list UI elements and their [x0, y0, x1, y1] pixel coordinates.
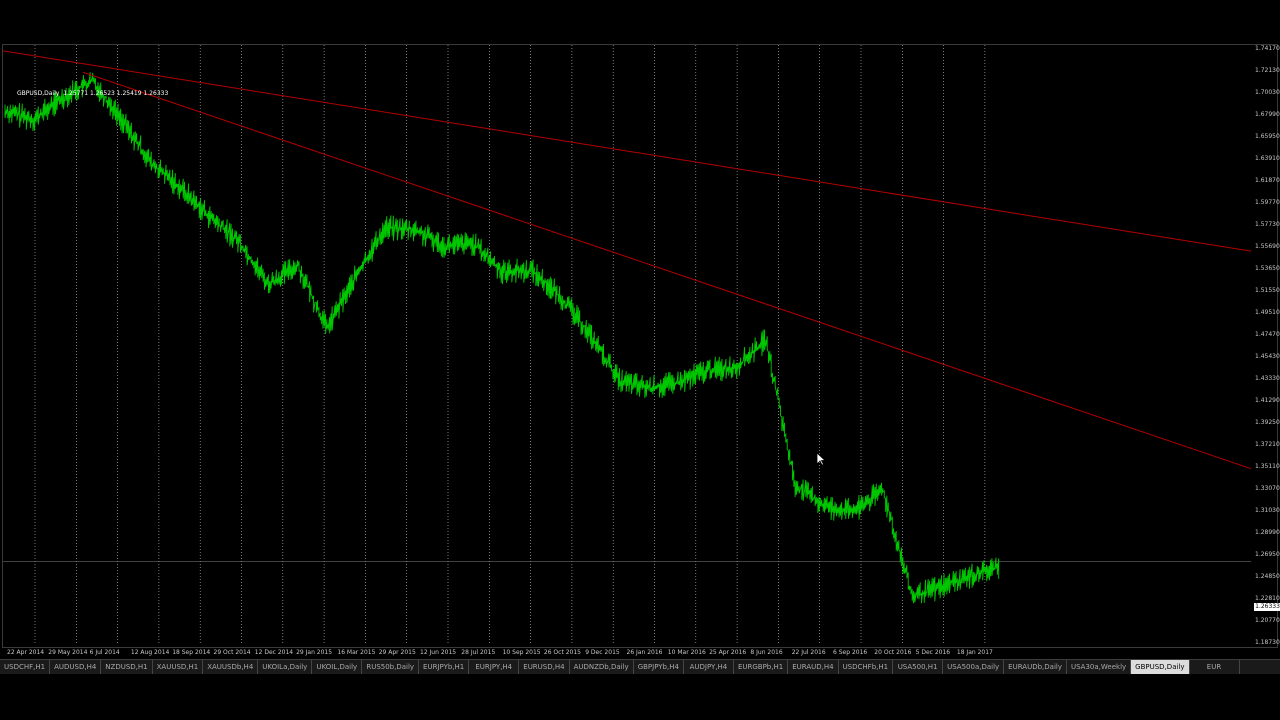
date-axis-label: 29 May 2014 [48, 649, 88, 656]
chart-tab[interactable]: USA30a,Weekly [1067, 660, 1132, 674]
price-axis-label: 1.41290 [1255, 397, 1280, 404]
date-axis-label: 29 Jan 2015 [296, 649, 333, 656]
chart-tab[interactable]: RUS50b,Daily [362, 660, 420, 674]
price-axis-label: 1.33070 [1255, 485, 1280, 492]
price-series-line [4, 72, 1000, 604]
price-axis-label: 1.72130 [1255, 67, 1280, 74]
date-axis-label: 5 Dec 2016 [915, 649, 951, 656]
price-axis-label: 1.20770 [1255, 617, 1280, 624]
price-axis-label: 1.24850 [1255, 573, 1280, 580]
chart-tab[interactable]: NZDUSD,H1 [101, 660, 153, 674]
price-axis-label: 1.59770 [1255, 199, 1280, 206]
date-axis-label: 12 Jun 2015 [420, 649, 457, 656]
chart-tab[interactable]: AUDNZDb,Daily [570, 660, 634, 674]
chart-tab[interactable]: AUDJPY,H4 [684, 660, 734, 674]
chart-tab[interactable]: EURAUDb,Daily [1004, 660, 1067, 674]
chart-tab[interactable]: GBPUSD,Daily [1131, 660, 1190, 674]
chart-symbol: GBPUSD,Daily [17, 90, 60, 97]
chart-tab[interactable]: UKOILa,Daily [258, 660, 313, 674]
price-axis-label: 1.37210 [1255, 441, 1280, 448]
chart-window[interactable]: GBPUSD,Daily 1.25771 1.26523 1.25419 1.26… [2, 44, 1280, 656]
chart-ohlc: 1.25771 1.26523 1.25419 1.26333 [63, 90, 169, 97]
price-axis-label: 1.53650 [1255, 265, 1280, 272]
price-axis-label: 1.55690 [1255, 243, 1280, 250]
date-axis-label: 10 Mar 2016 [667, 649, 706, 656]
chart-tab[interactable]: USA500a,Daily [943, 660, 1005, 674]
price-axis-label: 1.47470 [1255, 331, 1280, 338]
date-axis-label: 22 Jul 2016 [791, 649, 826, 656]
chart-tab[interactable]: GBPJPYb,H4 [634, 660, 684, 674]
chart-header: GBPUSD,Daily 1.25771 1.26523 1.25419 1.26… [17, 90, 168, 97]
date-axis-label: 12 Aug 2014 [130, 649, 170, 656]
date-axis-label: 20 Oct 2016 [874, 649, 912, 656]
date-axis-label: 25 Apr 2016 [709, 649, 747, 656]
chart-tab[interactable]: UKOIL,Daily [312, 660, 363, 674]
date-axis-label: 6 Jul 2014 [89, 649, 120, 656]
price-axis-label: 1.51550 [1255, 287, 1280, 294]
price-axis-label: 1.70030 [1255, 89, 1280, 96]
date-axis-label: 10 Sep 2015 [502, 649, 541, 656]
chart-tab[interactable]: EUR [1190, 660, 1240, 674]
price-axis-label: 1.28990 [1255, 529, 1280, 536]
price-axis-label: 1.26950 [1255, 551, 1280, 558]
chart-tab[interactable]: EURJPY,H4 [469, 660, 520, 674]
date-axis-label: 8 Jun 2016 [750, 649, 783, 656]
date-axis-label: 26 Jan 2016 [626, 649, 663, 656]
date-axis-label: 29 Oct 2014 [213, 649, 251, 656]
date-axis-label: 9 Dec 2015 [585, 649, 620, 656]
date-axis-label: 22 Apr 2014 [7, 649, 45, 656]
chart-tab[interactable]: XAUUSDb,H4 [203, 660, 259, 674]
price-axis-label: 1.49510 [1255, 309, 1280, 316]
date-axis-label: 28 Jul 2015 [461, 649, 496, 656]
chart-tab[interactable]: USDCHF,H1 [0, 660, 51, 674]
price-axis-label: 1.67990 [1255, 111, 1280, 118]
price-axis-label: 1.57730 [1255, 221, 1280, 228]
date-axis-label: 16 Mar 2015 [337, 649, 376, 656]
price-chart[interactable] [3, 45, 1277, 647]
chart-tab-bar: USDCHF,H1 AUDUSD,H4 NZDUSD,H1 XAUUSD,H1 XAUU… [0, 659, 1280, 674]
current-price-tag: 1.26333 [1254, 603, 1280, 611]
chart-tab[interactable]: EURJPYb,H1 [419, 660, 470, 674]
chart-tab[interactable]: EURAUD,H4 [788, 660, 839, 674]
chart-tab[interactable]: EURUSD,H4 [519, 660, 570, 674]
price-axis-label: 1.63910 [1255, 155, 1280, 162]
date-axis-label: 18 Jan 2017 [956, 649, 993, 656]
date-axis-label: 12 Dec 2014 [254, 649, 294, 656]
date-axis-label: 18 Sep 2014 [172, 649, 211, 656]
price-axis-label: 1.31030 [1255, 507, 1280, 514]
date-axis-label: 26 Oct 2015 [543, 649, 581, 656]
mouse-cursor-icon [816, 452, 826, 466]
price-axis-label: 1.43330 [1255, 375, 1280, 382]
price-axis-label: 1.74170 [1255, 45, 1280, 52]
date-axis-label: 29 Apr 2015 [378, 649, 416, 656]
price-axis-label: 1.45430 [1255, 353, 1280, 360]
chart-tab[interactable]: XAUUSD,H1 [153, 660, 204, 674]
chart-tab[interactable]: EURGBPb,H1 [734, 660, 789, 674]
price-axis-label: 1.65950 [1255, 133, 1280, 140]
date-axis-label: 6 Sep 2016 [833, 649, 868, 656]
chart-tab[interactable]: USDCHFb,H1 [839, 660, 894, 674]
chart-tab[interactable]: USA500,H1 [893, 660, 944, 674]
price-axis-label: 1.61870 [1255, 177, 1280, 184]
price-axis-label: 1.39250 [1255, 419, 1280, 426]
chart-tab[interactable]: AUDUSD,H4 [50, 660, 102, 674]
trendline[interactable] [3, 50, 1252, 252]
price-axis-label: 1.18730 [1255, 639, 1280, 646]
price-axis-label: 1.35110 [1255, 463, 1280, 470]
price-axis-label: 1.22810 [1255, 595, 1280, 602]
